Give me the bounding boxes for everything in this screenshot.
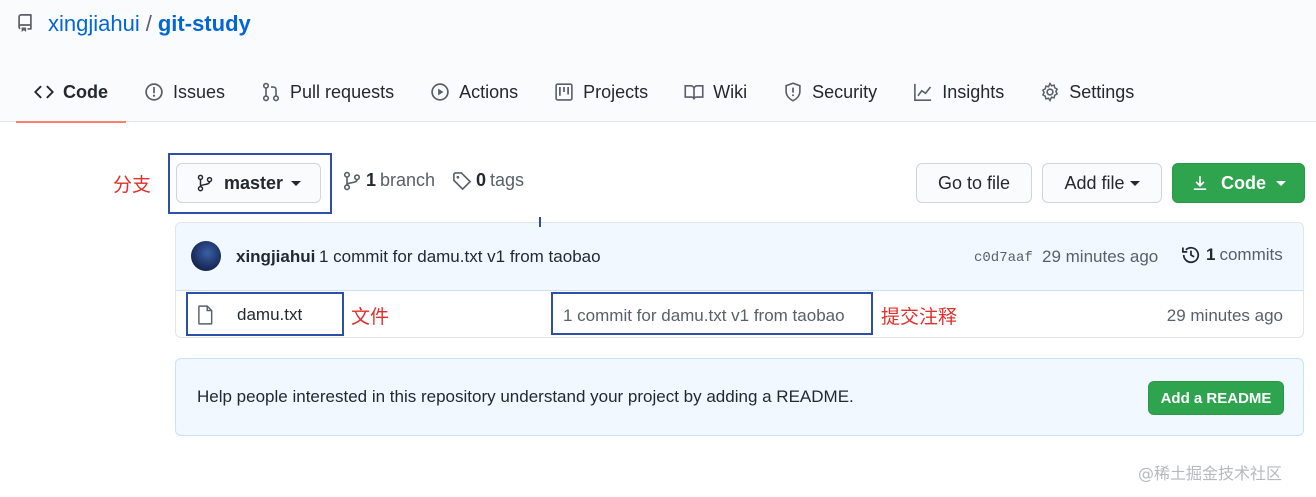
tab-label: Security [812,81,878,102]
annotation-tick [539,217,541,227]
tab-code[interactable]: Code [16,62,126,123]
commit-time: 29 minutes ago [1042,247,1159,266]
commit-author-link[interactable]: xingjiahui [236,247,315,267]
repo-owner-link[interactable]: xingjiahui [48,11,140,37]
commit-note-annotation-label: 提交注释 [881,306,958,328]
branch-count: 1 [366,170,377,190]
latest-commit-bar: xingjiahui 1 commit for damu.txt v1 from… [176,223,1303,291]
repo-name-link[interactable]: git-study [158,11,251,37]
branch-count-link[interactable]: 1 branch [342,170,435,191]
graph-icon [913,82,933,102]
readme-prompt: Help people interested in this repositor… [175,358,1304,436]
readme-prompt-text: Help people interested in this repositor… [197,387,854,406]
tab-label: Projects [583,81,649,102]
commit-message-link[interactable]: 1 commit for damu.txt v1 from taobao [319,247,601,267]
avatar[interactable] [191,241,221,271]
add-readme-button[interactable]: Add a README [1148,381,1284,415]
pull-request-icon [261,82,281,102]
code-download-button[interactable]: Code [1172,163,1305,203]
shield-icon [783,82,803,102]
book-icon [684,82,704,102]
tab-actions[interactable]: Actions [412,62,536,122]
tag-count-label: tags [490,170,525,190]
project-icon [554,82,574,102]
tag-count-link[interactable]: 0 tags [452,170,524,191]
chevron-down-icon [1276,180,1286,186]
tab-label: Issues [173,81,226,102]
tab-pull-requests[interactable]: Pull requests [243,62,412,122]
add-file-label: Add file [1064,172,1125,193]
code-button-label: Code [1221,172,1266,193]
tab-label: Actions [459,81,519,102]
branch-annotation-label: 分支 [113,174,152,196]
tab-settings[interactable]: Settings [1022,62,1152,122]
tab-projects[interactable]: Projects [536,62,666,122]
issue-icon [144,82,164,102]
tab-label: Code [63,81,108,102]
repo-icon [16,13,36,35]
history-icon [1182,246,1200,264]
file-time: 29 minutes ago [1166,306,1283,325]
branch-icon [343,171,361,190]
commit-count-label: commits [1219,245,1283,264]
add-file-button[interactable]: Add file [1042,163,1162,203]
tab-label: Settings [1069,81,1135,102]
repo-nav-tabs: Code Issues Pull requests Actions Projec… [16,62,1152,123]
file-annotation-label: 文件 [351,306,390,328]
play-icon [430,82,450,102]
commit-note-annotation-box [551,292,873,335]
watermark: @稀土掘金技术社区 [1138,464,1283,483]
file-annotation-box [186,292,344,336]
tab-label: Pull requests [290,81,395,102]
commits-history-link[interactable]: 1 commits [1181,245,1283,265]
go-to-file-button[interactable]: Go to file [916,163,1032,203]
branch-annotation-box [168,153,332,214]
tab-label: Insights [942,81,1005,102]
chevron-down-icon [1129,180,1140,186]
commit-count: 1 [1206,245,1216,264]
tab-label: Wiki [713,81,748,102]
code-icon [34,82,54,102]
tab-security[interactable]: Security [765,62,895,122]
go-to-file-label: Go to file [937,172,1011,193]
gear-icon [1040,82,1060,102]
repo-separator: / [145,11,152,36]
repo-header: xingjiahui / git-study Code Issues Pull … [0,0,1316,123]
tab-insights[interactable]: Insights [895,62,1022,122]
branch-count-label: branch [380,170,436,190]
commit-sha-link[interactable]: c0d7aaf [974,250,1033,266]
tag-icon [453,171,472,190]
tab-wiki[interactable]: Wiki [666,62,765,122]
tab-issues[interactable]: Issues [126,62,243,122]
repo-title: xingjiahui / git-study [16,8,251,40]
download-icon [1191,174,1209,192]
tag-count: 0 [476,170,487,190]
